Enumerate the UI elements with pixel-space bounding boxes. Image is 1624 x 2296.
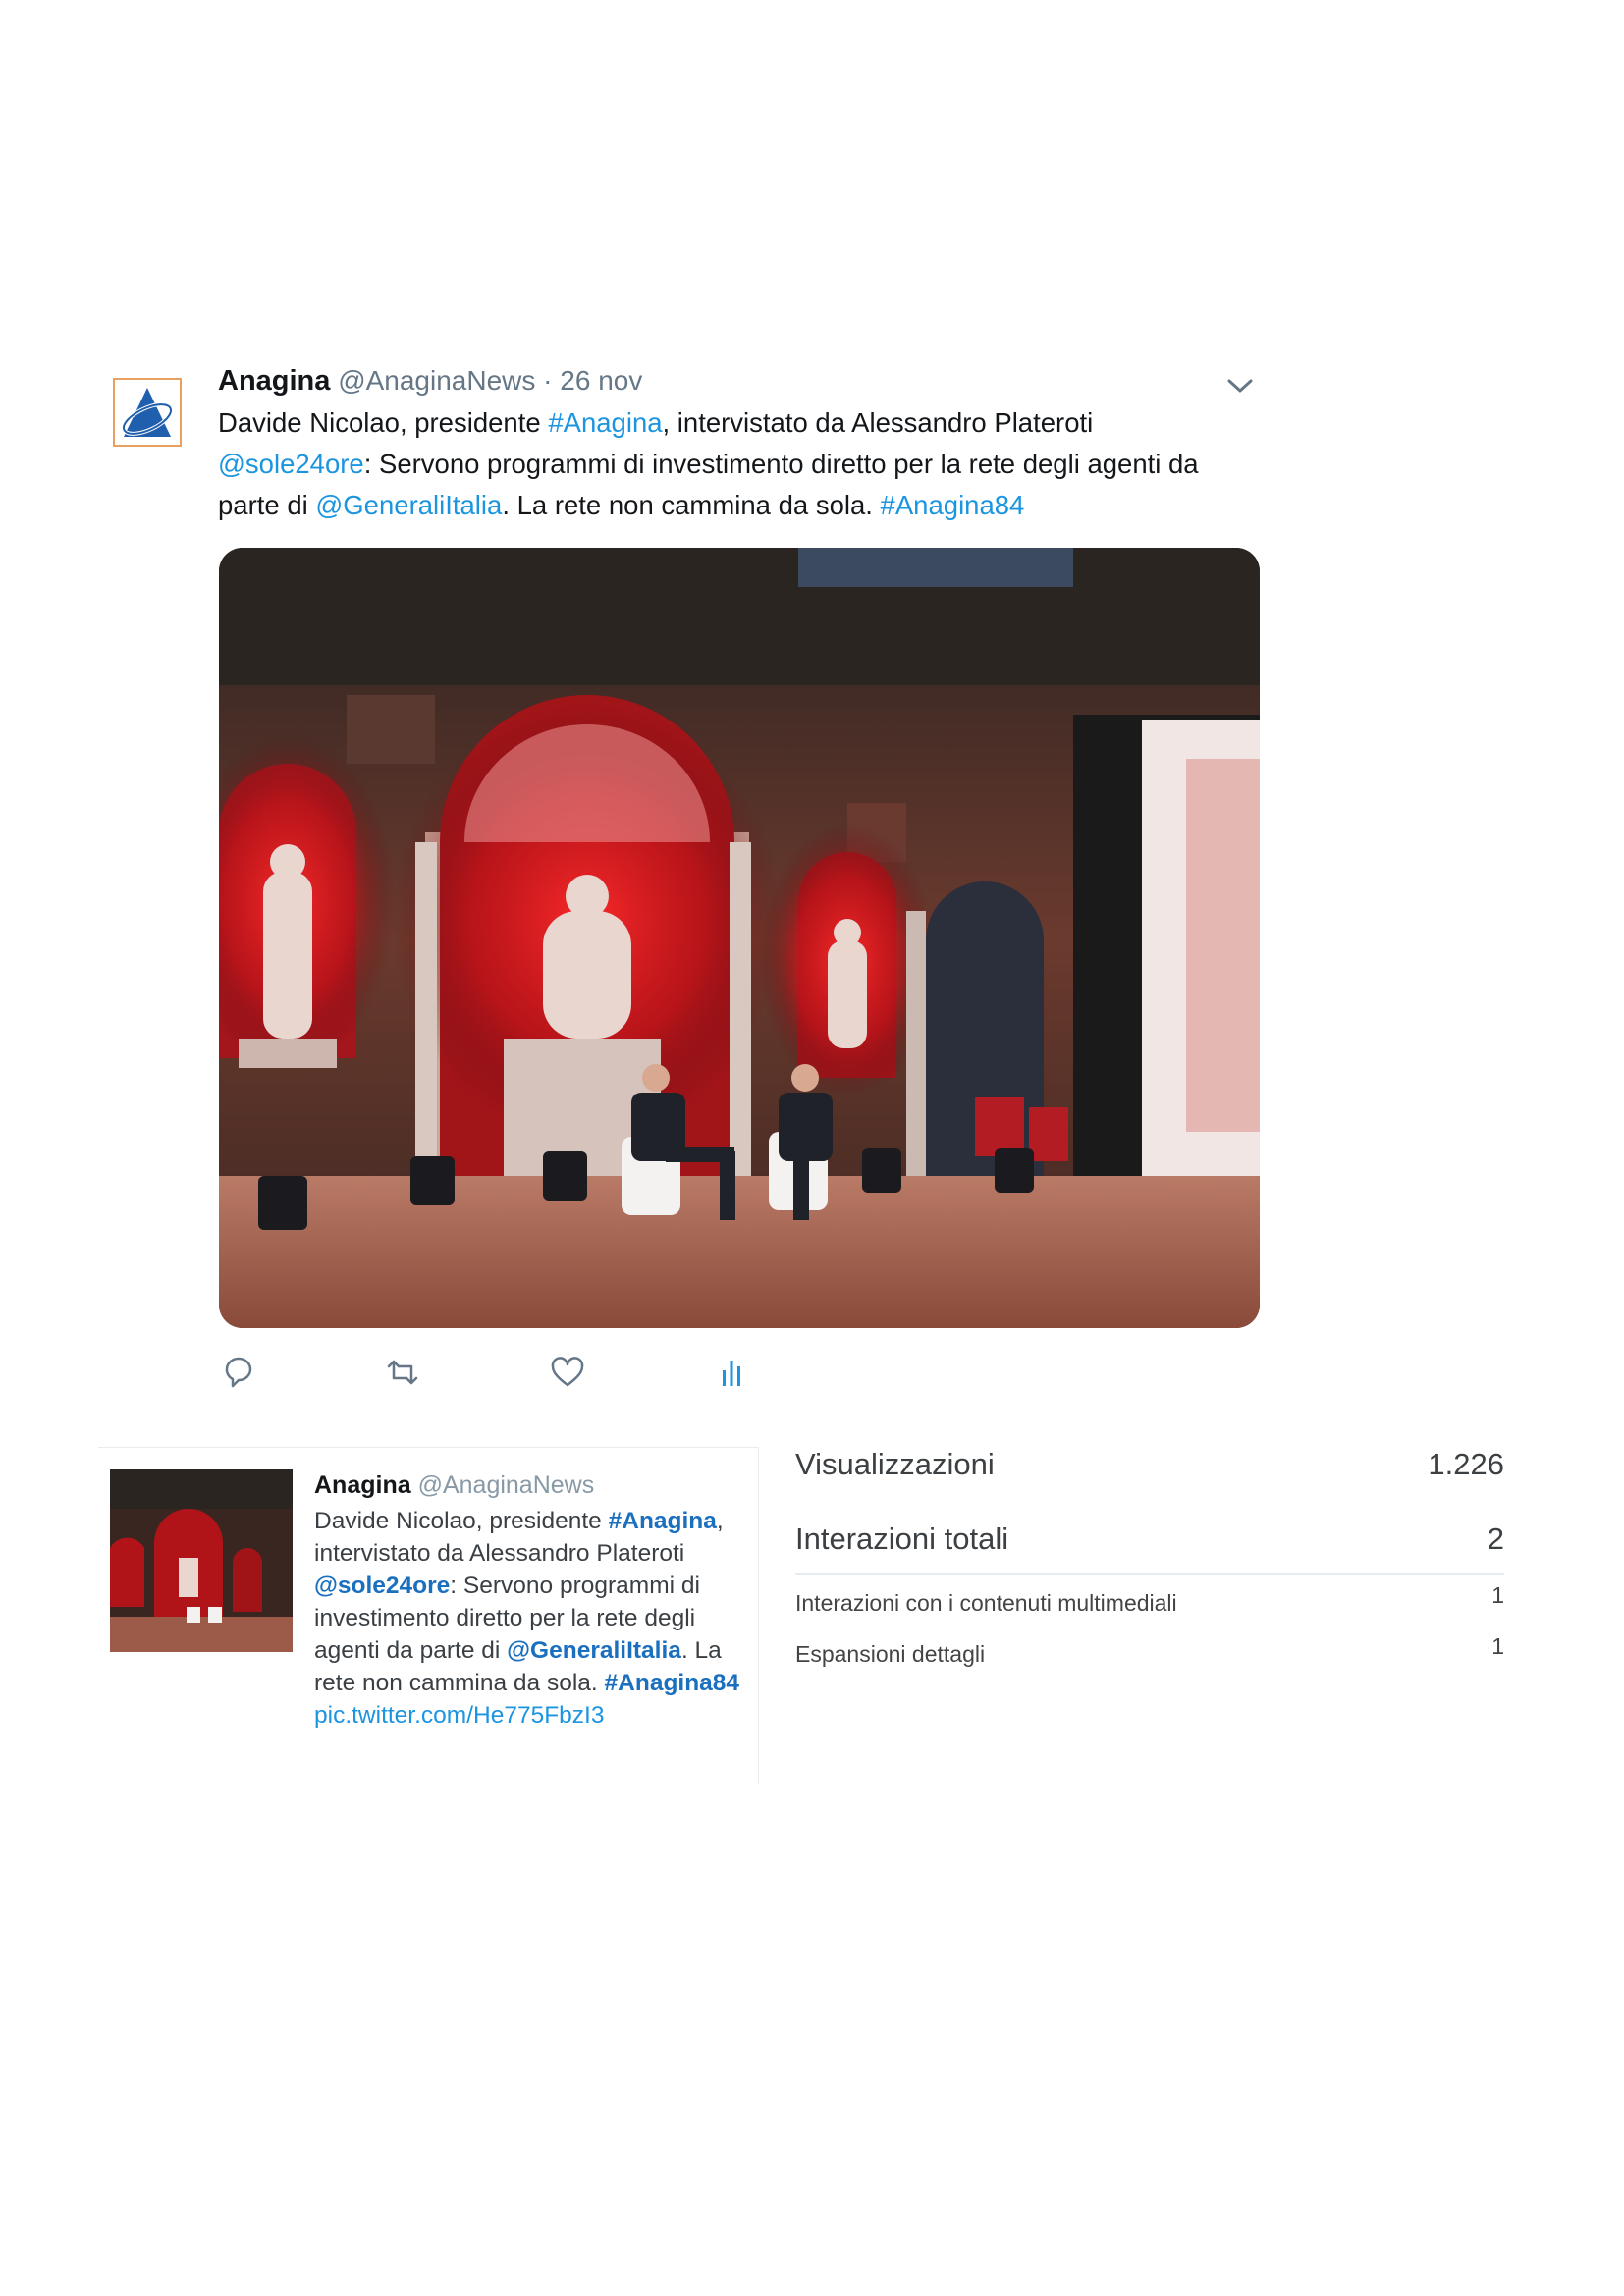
engagements-label: Interazioni totali [795, 1522, 1009, 1556]
text-run: Davide Nicolao, presidente [314, 1508, 609, 1534]
hashtag-link[interactable]: #Anagina84 [605, 1670, 740, 1696]
summary-header: Anagina @AnaginaNews [314, 1471, 594, 1500]
detail-expands-label: Espansioni dettagli [795, 1641, 986, 1667]
mention-link[interactable]: @sole24ore [218, 449, 364, 479]
media-engagements-value: 1 [1491, 1582, 1504, 1608]
text-run: , intervistato da Alessandro Plateroti [662, 407, 1094, 438]
metrics-divider [795, 1573, 1504, 1575]
tweet-text: Davide Nicolao, presidente #Anagina, int… [218, 402, 1249, 526]
event-hall-thumbnail [110, 1469, 293, 1652]
hashtag-link[interactable]: #Anagina [548, 407, 662, 438]
text-run: . La rete non cammina da sola. [502, 490, 881, 520]
impressions-label: Visualizzazioni [795, 1447, 995, 1481]
analytics-metrics: Visualizzazioni 1.226 Interazioni totali… [795, 1441, 1504, 1686]
media-link[interactable]: pic.twitter.com/He775FbzI3 [314, 1702, 604, 1729]
hashtag-link[interactable]: #Anagina [609, 1508, 717, 1534]
anagina-logo-icon [121, 388, 174, 437]
author-avatar[interactable] [113, 378, 182, 447]
mention-link[interactable]: @sole24ore [314, 1573, 450, 1599]
tweet-thumbnail[interactable] [110, 1469, 293, 1652]
analytics-icon[interactable] [712, 1353, 751, 1392]
media-engagements-label: Interazioni con i contenuti multimediali [795, 1590, 1177, 1616]
chevron-down-icon[interactable] [1225, 375, 1255, 397]
retweet-icon[interactable] [383, 1353, 422, 1392]
hashtag-link[interactable]: #Anagina84 [881, 490, 1025, 520]
tweet-date[interactable]: 26 nov [560, 365, 642, 396]
analytics-tweet-summary: Anagina @AnaginaNews Davide Nicolao, pre… [98, 1447, 759, 1784]
mention-link[interactable]: @GeneraliItalia [507, 1637, 681, 1664]
tweet-actions [219, 1353, 808, 1392]
tweet-header: Anagina @AnaginaNews · 26 nov [218, 365, 642, 398]
engagements-value: 2 [1487, 1522, 1504, 1556]
summary-text: Davide Nicolao, presidente #Anagina, int… [314, 1505, 746, 1732]
mention-link[interactable]: @GeneraliItalia [315, 490, 502, 520]
tweet-card: Anagina @AnaginaNews · 26 nov Davide Nic… [108, 353, 1267, 1414]
author-handle[interactable]: @AnaginaNews [338, 365, 535, 396]
tweet-photo[interactable] [219, 548, 1260, 1328]
event-hall-photo [219, 548, 1260, 1328]
like-icon[interactable] [548, 1353, 587, 1392]
detail-expands-value: 1 [1491, 1633, 1504, 1659]
summary-author-handle[interactable]: @AnaginaNews [418, 1471, 595, 1499]
summary-author-name[interactable]: Anagina [314, 1471, 411, 1499]
header-separator: · [535, 365, 561, 396]
text-run: Davide Nicolao, presidente [218, 407, 549, 438]
reply-icon[interactable] [219, 1353, 258, 1392]
author-name[interactable]: Anagina [218, 365, 330, 397]
impressions-value: 1.226 [1428, 1447, 1504, 1481]
